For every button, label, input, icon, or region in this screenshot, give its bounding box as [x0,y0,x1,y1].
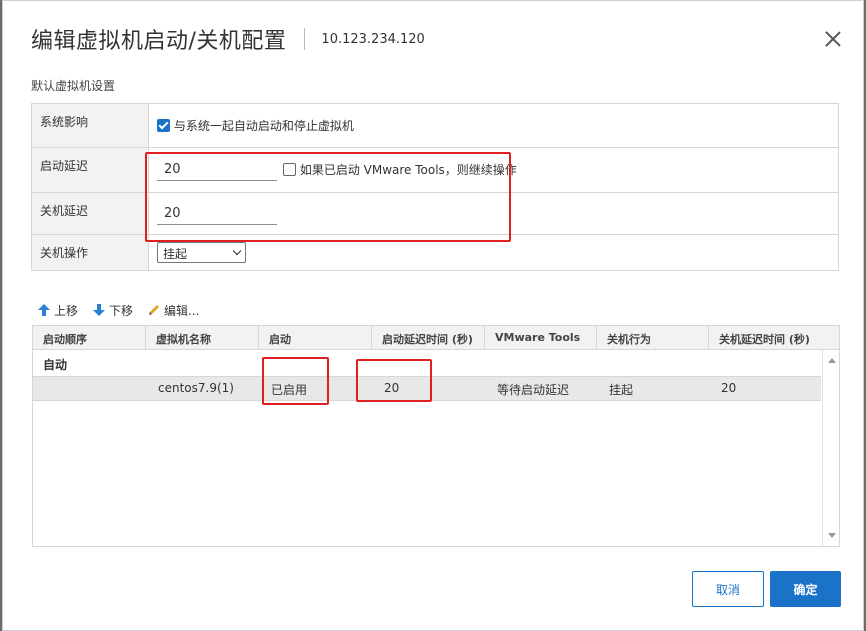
column-header-startup-delay[interactable]: 启动延迟时间 (秒) [372,326,485,350]
auto-start-checkbox-label: 与系统一起自动启动和停止虚拟机 [173,119,354,133]
toolbar: 上移 下移 编辑... [37,300,213,320]
highlight-box-startup-delay [356,359,432,402]
move-up-label: 上移 [54,303,79,318]
close-icon[interactable] [823,29,843,49]
edit-button[interactable]: 编辑... [147,302,199,319]
dialog-header: 编辑虚拟机启动/关机配置 10.123.234.120 [31,23,425,55]
shutdown-action-value: 挂起 [163,247,188,261]
edit-label: 编辑... [164,303,200,318]
settings-row-system-impact: 系统影响 与系统一起自动启动和停止虚拟机 [32,104,838,148]
auto-start-checkbox[interactable] [157,119,170,132]
arrow-up-icon [38,304,50,316]
cell-order [33,377,146,400]
scroll-up-icon[interactable] [828,358,836,363]
column-header-vmware-tools[interactable]: VMware Tools [485,326,597,350]
vm-startup-table: 启动顺序 虚拟机名称 启动 启动延迟时间 (秒) VMware Tools 关机… [32,325,840,547]
shutdown-action-label: 关机操作 [32,235,149,270]
column-header-shutdown-action[interactable]: 关机行为 [597,326,709,350]
cell-vm-name: centos7.9(1) [158,381,234,395]
shutdown-action-select[interactable]: 挂起 [157,242,246,263]
cell-shutdown-delay: 20 [721,381,737,395]
chevron-down-icon [232,246,242,256]
column-header-startup[interactable]: 启动 [259,326,372,350]
shutdown-delay-label: 关机延迟 [32,193,149,234]
move-down-button[interactable]: 下移 [92,302,133,319]
ok-button[interactable]: 确定 [770,571,841,607]
dialog: 编辑虚拟机启动/关机配置 10.123.234.120 默认虚拟机设置 系统影响… [2,0,864,631]
system-impact-label: 系统影响 [32,104,149,147]
column-header-vm-name[interactable]: 虚拟机名称 [146,326,259,350]
highlight-box-delays [145,152,511,242]
cell-vmware-tools: 等待启动延迟 [497,383,570,397]
section-title: 默认虚拟机设置 [31,79,116,93]
column-header-order[interactable]: 启动顺序 [33,326,146,350]
scroll-down-icon[interactable] [828,533,836,538]
dialog-title: 编辑虚拟机启动/关机配置 [31,29,287,54]
move-up-button[interactable]: 上移 [37,302,78,319]
table-header: 启动顺序 虚拟机名称 启动 启动延迟时间 (秒) VMware Tools 关机… [33,326,839,350]
vertical-scrollbar[interactable] [822,350,839,546]
cancel-button[interactable]: 取消 [692,571,764,607]
move-down-label: 下移 [109,303,134,318]
arrow-down-icon [93,304,106,316]
cell-shutdown-action: 挂起 [609,383,634,397]
pencil-icon [149,305,160,315]
host-address: 10.123.234.120 [321,31,425,47]
title-separator [304,28,306,50]
startup-delay-label: 启动延迟 [32,148,149,192]
column-header-shutdown-delay[interactable]: 关机延迟时间 (秒) [709,326,839,350]
highlight-box-startup [262,357,329,405]
